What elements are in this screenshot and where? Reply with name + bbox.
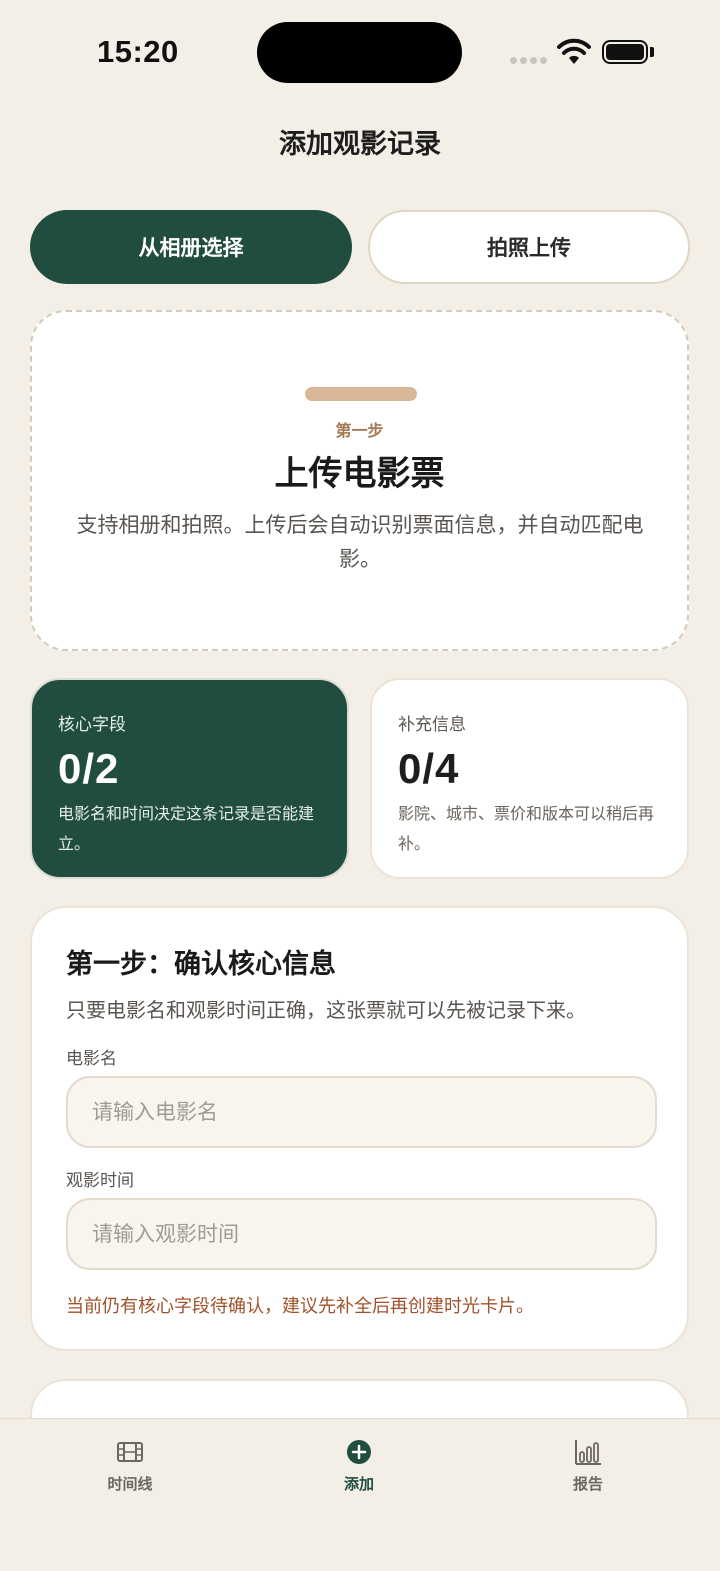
core-fields-card: 核心字段 0/2 电影名和时间决定这条记录是否能建立。	[30, 678, 349, 879]
extra-info-card: 补充信息 0/4 影院、城市、票价和版本可以稍后再补。	[370, 678, 689, 879]
movie-name-label: 电影名	[66, 1049, 117, 1069]
tab-timeline[interactable]: 时间线	[70, 1437, 190, 1494]
tab-add[interactable]: 添加	[299, 1437, 419, 1494]
bar-chart-icon	[575, 1440, 601, 1465]
film-icon	[117, 1442, 143, 1462]
extra-info-count: 0/4	[398, 745, 460, 792]
core-fields-count: 0/2	[58, 745, 120, 792]
extra-info-description: 影院、城市、票价和版本可以稍后再补。	[398, 804, 655, 853]
movie-name-input[interactable]	[66, 1076, 657, 1148]
tab-timeline-label: 时间线	[107, 1475, 153, 1493]
watch-time-input[interactable]	[66, 1198, 657, 1270]
cellular-signal-icon	[510, 57, 547, 64]
take-photo-button[interactable]: 拍照上传	[368, 210, 690, 284]
extra-info-label: 补充信息	[398, 715, 466, 735]
upload-decor-bar	[305, 387, 417, 401]
watch-time-label: 观影时间	[66, 1171, 134, 1191]
core-fields-description: 电影名和时间决定这条记录是否能建立。	[58, 804, 315, 853]
ticket-upload-area[interactable]: 第一步 上传电影票 支持相册和拍照。上传后会自动识别票面信息，并自动匹配电影。	[30, 310, 689, 651]
battery-cap	[650, 47, 654, 57]
form-heading: 第一步：确认核心信息	[66, 949, 336, 980]
core-fields-label: 核心字段	[58, 715, 126, 735]
tab-add-label: 添加	[343, 1475, 374, 1493]
status-time: 15:20	[97, 34, 179, 69]
core-info-form: 第一步：确认核心信息 只要电影名和观影时间正确，这张票就可以先被记录下来。 电影…	[30, 906, 689, 1351]
upload-description: 支持相册和拍照。上传后会自动识别票面信息，并自动匹配电影。	[76, 513, 644, 571]
upload-title: 上传电影票	[274, 454, 445, 494]
core-fields-warning: 当前仍有核心字段待确认，建议先补全后再创建时光卡片。	[66, 1296, 534, 1317]
wifi-icon	[557, 38, 591, 64]
page-title: 添加观影记录	[279, 129, 441, 160]
status-bar: 15:20	[0, 0, 720, 110]
bottom-tab-bar: 时间线 添加 报告	[0, 1418, 720, 1571]
dynamic-island	[257, 22, 462, 83]
form-subtitle: 只要电影名和观影时间正确，这张票就可以先被记录下来。	[66, 998, 586, 1022]
battery-icon	[602, 40, 648, 64]
tab-report[interactable]: 报告	[528, 1437, 648, 1494]
upload-step-label: 第一步	[335, 421, 384, 440]
plus-circle-icon	[347, 1440, 371, 1464]
choose-from-album-button[interactable]: 从相册选择	[30, 210, 352, 284]
tab-report-label: 报告	[572, 1475, 603, 1493]
